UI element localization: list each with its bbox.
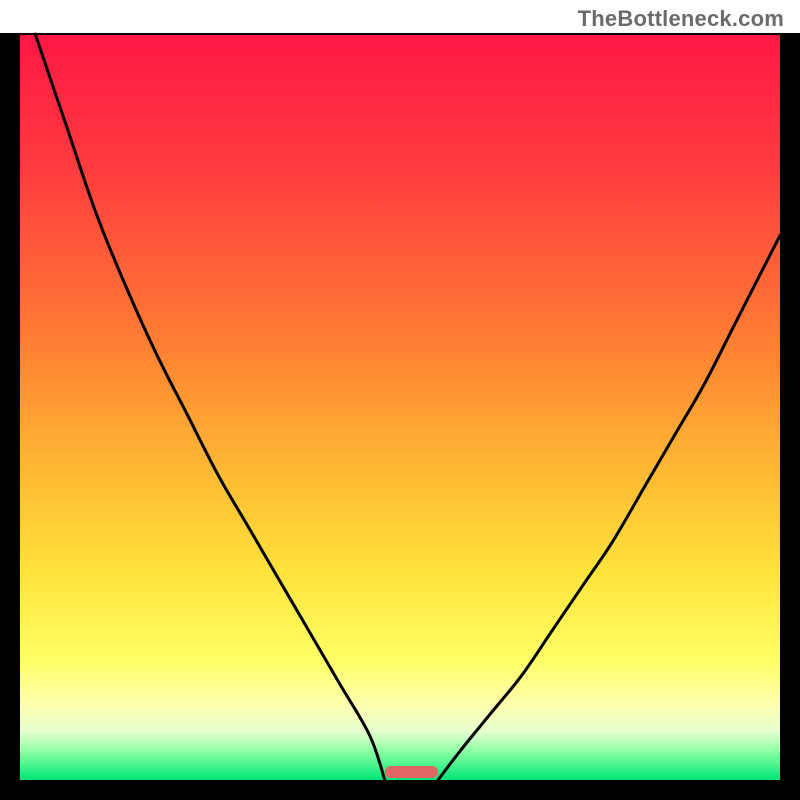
frame-border — [780, 34, 800, 780]
watermark-text: TheBottleneck.com — [578, 6, 784, 32]
frame-border — [0, 33, 20, 34]
frame-border — [0, 34, 20, 780]
optimal-marker — [385, 766, 438, 778]
frame-border — [780, 33, 800, 34]
chart-frame: TheBottleneck.com — [0, 0, 800, 800]
gradient-background — [20, 34, 780, 780]
frame-border — [0, 780, 800, 800]
bottleneck-chart — [0, 0, 800, 800]
